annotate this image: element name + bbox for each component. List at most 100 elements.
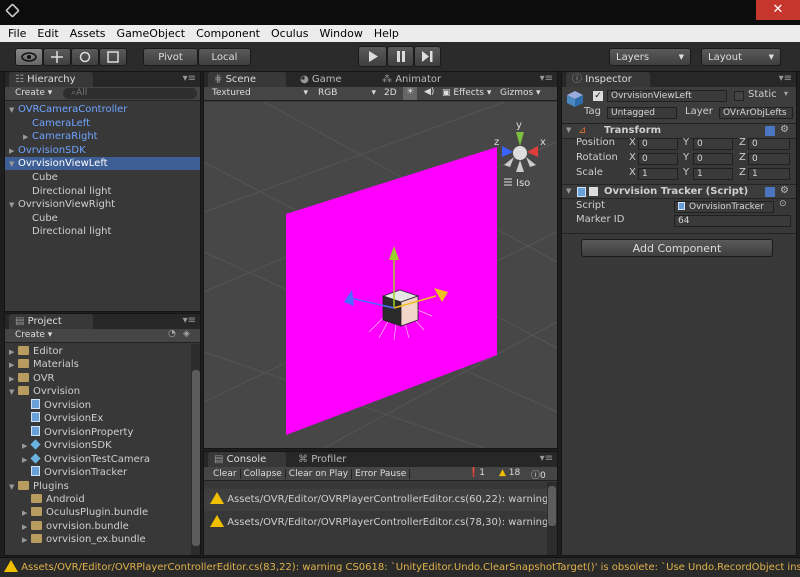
tab-hierarchy[interactable]: ☷ Hierarchy bbox=[9, 72, 93, 87]
project-scrollbar-thumb[interactable] bbox=[192, 370, 200, 546]
hierarchy-item[interactable]: Directional light bbox=[5, 185, 200, 198]
hierarchy-item[interactable]: Cube bbox=[5, 212, 200, 225]
hierarchy-create-button[interactable]: Create ▾ bbox=[15, 88, 52, 98]
static-checkbox[interactable] bbox=[734, 91, 744, 101]
menu-gameobject[interactable]: GameObject bbox=[117, 27, 186, 40]
layer-dropdown[interactable]: OVrArObjLefts bbox=[719, 107, 793, 119]
collapsed-arrow-icon[interactable]: ▶ bbox=[22, 534, 31, 547]
collapsed-arrow-icon[interactable]: ▶ bbox=[9, 346, 18, 359]
scale-z-field[interactable]: 1 bbox=[748, 168, 790, 180]
console-message-row[interactable]: Assets/OVR/Editor/OVRPlayerControllerEdi… bbox=[204, 512, 547, 534]
menu-component[interactable]: Component bbox=[196, 27, 260, 40]
menu-oculus[interactable]: Oculus bbox=[271, 27, 308, 40]
project-item[interactable]: ▼ Plugins bbox=[5, 480, 188, 493]
marker-id-field[interactable]: 64 bbox=[674, 215, 791, 227]
pivot-toggle-button[interactable]: Pivot bbox=[143, 48, 198, 66]
scale-y-field[interactable]: 1 bbox=[693, 168, 733, 180]
expanded-arrow-icon[interactable]: ▼ bbox=[9, 481, 18, 494]
position-x-field[interactable]: 0 bbox=[638, 138, 678, 150]
project-item[interactable]: ▶ ovrvision.bundle bbox=[5, 520, 188, 533]
shading-mode-dropdown[interactable]: Textured ▾ bbox=[212, 88, 308, 98]
filter-by-type-icon[interactable]: ◔ bbox=[168, 329, 176, 339]
console-scrollbar[interactable] bbox=[547, 482, 557, 555]
play-button[interactable] bbox=[358, 46, 387, 67]
console-errors-toggle[interactable]: ❗1 bbox=[468, 468, 485, 478]
console-clear-button[interactable]: Clear bbox=[210, 468, 241, 479]
menu-file[interactable]: File bbox=[8, 27, 26, 40]
project-item[interactable]: ▶ ovrvision_ex.bundle bbox=[5, 533, 188, 546]
status-bar[interactable]: Assets/OVR/Editor/OVRPlayerControllerEdi… bbox=[0, 557, 800, 577]
local-toggle-button[interactable]: Local bbox=[198, 48, 251, 66]
filter-by-label-icon[interactable]: ◈ bbox=[183, 329, 190, 339]
active-checkbox[interactable]: ✓ bbox=[593, 91, 603, 101]
expanded-arrow-icon[interactable]: ▼ bbox=[9, 199, 18, 212]
hand-tool-button[interactable] bbox=[15, 48, 43, 66]
expanded-arrow-icon[interactable]: ▼ bbox=[9, 158, 18, 171]
panel-menu-icon[interactable]: ▾≡ bbox=[540, 73, 553, 84]
rotation-z-field[interactable]: 0 bbox=[748, 153, 790, 165]
project-item[interactable]: ▶ OVR bbox=[5, 372, 188, 385]
pause-button[interactable] bbox=[387, 46, 414, 67]
add-component-button[interactable]: Add Component bbox=[581, 239, 773, 257]
console-message-row[interactable]: Assets/OVR/Editor/OVRPlayerControllerEdi… bbox=[204, 489, 547, 511]
rotation-y-field[interactable]: 0 bbox=[693, 153, 733, 165]
menu-help[interactable]: Help bbox=[374, 27, 399, 40]
console-error-pause-button[interactable]: Error Pause bbox=[352, 468, 411, 479]
hierarchy-item[interactable]: CameraLeft bbox=[5, 117, 200, 130]
tab-animator[interactable]: ⁂ Animator bbox=[376, 72, 466, 87]
tab-scene[interactable]: ⋕ Scene bbox=[208, 72, 286, 87]
project-scrollbar[interactable] bbox=[191, 344, 200, 555]
hierarchy-item[interactable]: ▼ OVRCameraController bbox=[5, 103, 200, 116]
project-item[interactable]: ▶ Editor bbox=[5, 345, 188, 358]
project-item[interactable]: OvrvisionTracker bbox=[5, 466, 188, 479]
project-item[interactable]: ▶ OvrvisionSDK bbox=[5, 439, 188, 452]
object-picker-icon[interactable]: ⊙ bbox=[779, 199, 787, 209]
collapsed-arrow-icon[interactable]: ▶ bbox=[9, 359, 18, 372]
collapsed-arrow-icon[interactable]: ▶ bbox=[22, 440, 31, 453]
help-book-icon[interactable] bbox=[765, 126, 775, 136]
tab-inspector[interactable]: ⓘ Inspector bbox=[566, 72, 650, 87]
settings-gear-icon[interactable]: ⚙ bbox=[780, 124, 789, 135]
layers-dropdown[interactable]: Layers ▼ bbox=[609, 48, 691, 66]
static-dropdown[interactable]: ▾ bbox=[784, 89, 788, 98]
project-item[interactable]: ▼ Ovrvision bbox=[5, 385, 188, 398]
scene-audio-icon[interactable]: ◀) bbox=[424, 87, 434, 97]
layout-dropdown[interactable]: Layout ▼ bbox=[701, 48, 781, 66]
tab-game[interactable]: ◕ Game bbox=[294, 72, 372, 87]
object-name-field[interactable]: OvrvisionViewLeft bbox=[607, 90, 727, 102]
scene-lighting-icon[interactable]: ☀ bbox=[403, 87, 417, 100]
menu-window[interactable]: Window bbox=[319, 27, 362, 40]
effects-dropdown[interactable]: ▣ Effects ▾ bbox=[442, 88, 491, 98]
hierarchy-item[interactable]: ▶ CameraRight bbox=[5, 130, 200, 143]
hierarchy-search-field[interactable]: ⌕All bbox=[63, 88, 197, 99]
collapsed-arrow-icon[interactable]: ▶ bbox=[9, 145, 18, 158]
console-warnings-toggle[interactable]: ▲ 18 bbox=[499, 468, 520, 478]
position-z-field[interactable]: 0 bbox=[748, 138, 790, 150]
panel-menu-icon[interactable]: ▾≡ bbox=[779, 73, 792, 84]
console-clear-on-play-button[interactable]: Clear on Play bbox=[286, 468, 353, 479]
rotate-tool-button[interactable] bbox=[71, 48, 99, 66]
move-tool-button[interactable] bbox=[43, 48, 71, 66]
console-messages-toggle[interactable]: ⓘ0 bbox=[531, 468, 546, 481]
script-object-field[interactable]: OvrvisionTracker bbox=[674, 201, 774, 213]
hierarchy-item[interactable]: ▼ OvrvisionViewLeft bbox=[5, 157, 200, 171]
project-item[interactable]: ▶ OvrvisionTestCamera bbox=[5, 453, 188, 466]
hierarchy-item[interactable]: ▼ OvrvisionViewRight bbox=[5, 198, 200, 211]
project-create-button[interactable]: Create ▾ bbox=[15, 330, 52, 340]
scale-tool-button[interactable] bbox=[99, 48, 127, 66]
collapsed-arrow-icon[interactable]: ▶ bbox=[23, 131, 32, 144]
scale-x-field[interactable]: 1 bbox=[638, 168, 678, 180]
project-item[interactable]: ▶ OculusPlugin.bundle bbox=[5, 506, 188, 519]
tab-console[interactable]: ▤ Console bbox=[208, 452, 286, 467]
menu-assets[interactable]: Assets bbox=[70, 27, 106, 40]
tracker-enabled-checkbox[interactable] bbox=[589, 187, 598, 196]
collapsed-arrow-icon[interactable]: ▶ bbox=[22, 507, 31, 520]
tab-project[interactable]: ▤ Project bbox=[9, 314, 93, 329]
help-book-icon[interactable] bbox=[765, 187, 775, 197]
expanded-arrow-icon[interactable]: ▼ bbox=[9, 386, 18, 399]
console-collapse-button[interactable]: Collapse bbox=[241, 468, 286, 479]
project-item[interactable]: Android bbox=[5, 493, 188, 506]
hierarchy-item[interactable]: Directional light bbox=[5, 225, 200, 238]
project-item[interactable]: ▶ Materials bbox=[5, 358, 188, 371]
collapsed-arrow-icon[interactable]: ▶ bbox=[22, 454, 31, 467]
